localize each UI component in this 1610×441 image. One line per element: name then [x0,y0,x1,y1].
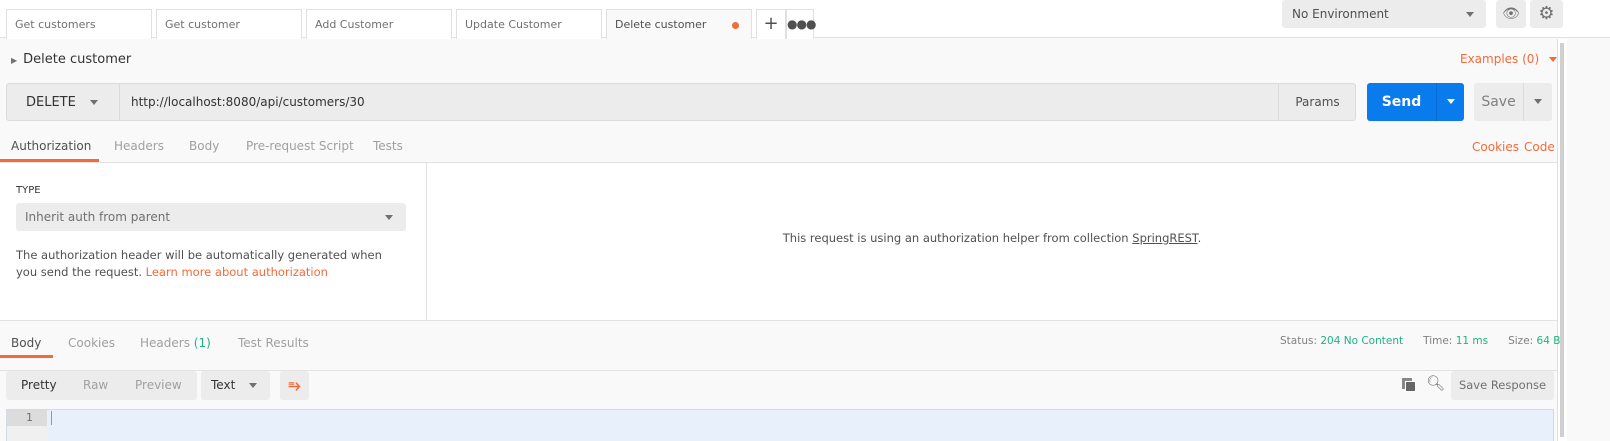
helper-period: . [1197,231,1202,245]
cookies-link[interactable]: Cookies [1472,140,1519,154]
search-button[interactable]: 🔍︎ [1426,374,1445,392]
response-tab-test-results[interactable]: Test Results [238,336,309,350]
raw-button[interactable]: Raw [83,378,108,392]
url-input[interactable]: http://localhost:8080/api/customers/30 [131,95,365,109]
active-tab-indicator [0,355,53,358]
time-label: Time: [1423,335,1453,347]
examples-dropdown[interactable]: Examples (0) [1460,52,1557,66]
response-meta: Status: 204 No Content Time: 11 ms Size: 6… [1280,335,1560,347]
plus-icon: + [763,13,779,34]
params-button[interactable]: Params [1278,84,1356,120]
save-response-button[interactable]: Save Response [1451,371,1554,400]
helper-text: This request is using an authorization h… [782,231,1133,245]
gutter [7,426,47,441]
environment-select[interactable]: No Environment [1282,0,1486,28]
code-link[interactable]: Code [1524,140,1555,154]
status-value: 204 No Content [1320,335,1404,347]
headers-label: Headers [140,336,190,350]
text-cursor [51,411,52,425]
request-name: Delete customer [23,52,132,67]
pretty-button[interactable]: Pretty [21,378,57,392]
type-label: TYPE [16,185,41,196]
save-options-button[interactable] [1523,83,1552,121]
scrollbar[interactable] [1557,39,1567,441]
chevron-down-icon [1548,57,1557,62]
tab-get-customers[interactable]: Get customers [6,9,152,39]
copy-button[interactable] [1402,378,1416,392]
wrap-lines-button[interactable]: ⥱ [280,371,309,400]
response-editor[interactable] [6,409,1554,441]
chevron-down-icon [1446,99,1455,104]
time-value: 11 ms [1455,335,1489,347]
examples-label: Examples (0) [1460,52,1540,66]
tab-headers[interactable]: Headers [114,139,164,153]
unsaved-dot-icon [732,22,739,29]
status-label: Status: [1280,335,1317,347]
preview-button[interactable]: Preview [135,378,182,392]
method-select[interactable]: DELETE [6,83,120,121]
learn-more-link[interactable]: Learn more about authorization [146,265,328,279]
environment-value: No Environment [1292,7,1389,21]
gear-icon: ⚙ [1538,3,1555,24]
more-icon: ●●● [787,17,816,31]
caret-right-icon: ▶ [11,56,18,65]
response-tab-headers[interactable]: Headers (1) [140,336,211,350]
chevron-down-icon [385,215,393,220]
save-button[interactable]: Save [1474,83,1523,121]
tab-update-customer[interactable]: Update Customer [456,9,602,39]
scrollbar-thumb[interactable] [1560,43,1564,437]
chevron-down-icon [1466,12,1474,17]
new-tab-button[interactable]: + [756,9,786,39]
line-number: 1 [7,410,47,426]
settings-button[interactable]: ⚙ [1530,0,1563,28]
size-value: 64 B [1536,335,1561,347]
eye-icon: 👁 [1502,6,1520,22]
format-value: Text [211,378,236,392]
auth-type-value: Inherit auth from parent [25,210,171,224]
collection-link[interactable]: SpringREST [1132,231,1197,245]
chevron-down-icon [89,100,98,105]
method-value: DELETE [26,95,76,110]
tab-authorization[interactable]: Authorization [11,139,91,153]
send-button[interactable]: Send [1367,83,1436,121]
auth-type-select[interactable]: Inherit auth from parent [16,203,406,231]
tab-pre-request-script[interactable]: Pre-request Script [246,139,354,153]
size-label: Size: [1508,335,1534,347]
wrap-icon: ⥱ [288,376,301,394]
tab-body[interactable]: Body [189,139,219,153]
request-name-toggle[interactable]: ▶ Delete customer [11,52,131,67]
send-options-button[interactable] [1436,83,1464,121]
environment-quick-look-button[interactable]: 👁 [1496,0,1526,28]
auth-helper-message: This request is using an authorization h… [427,231,1557,245]
format-select[interactable]: Text [201,371,270,400]
tab-tests[interactable]: Tests [373,139,403,153]
chevron-down-icon [249,383,257,388]
tab-add-customer[interactable]: Add Customer [306,9,452,39]
more-tabs-button[interactable]: ●●● [786,9,816,39]
search-icon: 🔍︎ [1426,374,1446,392]
headers-count: (1) [193,336,211,350]
chevron-down-icon [1534,99,1542,104]
tab-get-customer[interactable]: Get customer [156,9,302,39]
tab-label: Delete customer [615,18,707,31]
auth-description: The authorization header will be automat… [16,247,406,281]
response-tab-body[interactable]: Body [11,336,41,350]
tab-delete-customer[interactable]: Delete customer [606,9,752,39]
response-tab-cookies[interactable]: Cookies [68,336,115,350]
